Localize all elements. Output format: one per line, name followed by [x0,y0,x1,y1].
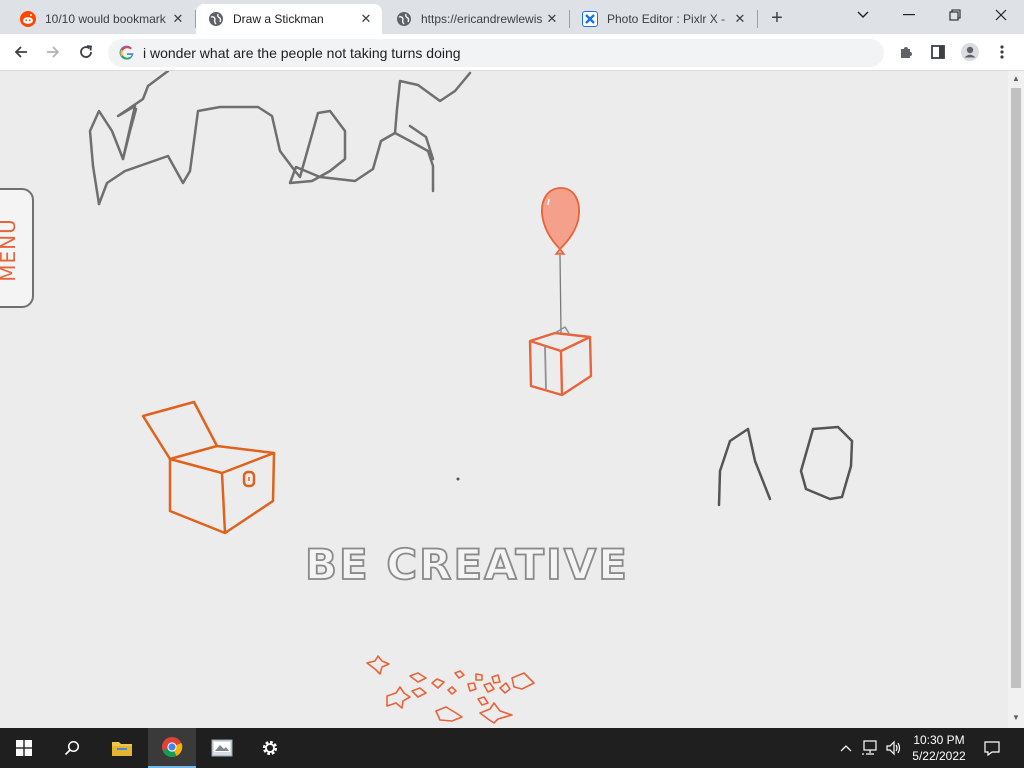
tab-reddit[interactable]: 10/10 would bookmark ✕ [8,4,194,34]
notifications-button[interactable] [982,738,1002,758]
restore-button[interactable] [932,0,978,30]
address-bar[interactable] [108,39,884,67]
photos-app-button[interactable] [198,728,246,768]
settings-button[interactable] [246,728,294,768]
forward-arrow-icon [47,46,60,58]
restore-icon [949,9,961,21]
tab-draw-a-stickman[interactable]: Draw a Stickman ✕ [196,4,382,34]
close-icon [995,9,1007,21]
scroll-up-icon[interactable]: ▲ [1011,74,1021,84]
folder-icon [112,742,132,756]
globe-icon [396,11,412,27]
browser-toolbar [0,34,1024,71]
globe-icon [208,11,224,27]
tab-title: Draw a Stickman [233,12,324,26]
gear-icon [262,740,278,756]
extensions-button[interactable] [893,39,919,65]
chevron-up-icon [840,745,852,752]
image-app-icon [211,739,233,757]
close-tab-icon[interactable]: ✕ [170,11,186,27]
open-box-drawing [141,400,276,535]
start-button[interactable] [0,728,48,768]
new-tab-button[interactable]: + [766,7,788,29]
pixlr-icon [582,11,598,27]
address-input[interactable] [143,45,843,61]
chrome-icon [162,737,183,758]
back-button[interactable] [7,38,35,66]
close-tab-icon[interactable]: ✕ [358,11,374,27]
puzzle-icon [901,47,912,58]
svg-text:BE CREATIVE: BE CREATIVE [305,540,629,589]
close-window-button[interactable] [978,0,1024,30]
reload-icon [80,45,93,58]
kebab-menu-icon [1000,45,1004,59]
tab-separator [757,10,758,28]
tab-title: Photo Editor : Pixlr X - [607,12,726,26]
tab-title: 10/10 would bookmark [45,12,166,26]
profile-button[interactable] [957,39,983,65]
clock-date: 5/22/2022 [912,749,966,763]
minimize-icon [903,14,915,16]
dot-mark [456,477,460,481]
chrome-taskbar-button[interactable] [148,728,196,768]
speaker-icon [886,740,901,756]
reload-button[interactable] [72,38,100,66]
side-panel-icon [931,45,945,59]
clock-time: 10:30 PM [913,733,965,747]
show-hidden-icons-button[interactable] [836,738,856,758]
network-icon [862,740,877,755]
menu-label: MENU [0,218,20,282]
chrome-menu-button[interactable] [989,39,1015,65]
letters-drawing [717,425,854,507]
notification-icon [984,741,1000,756]
network-button[interactable] [860,738,880,758]
scribble-drawing [88,71,472,206]
be-creative-text: BE CREATIVE [304,539,629,590]
system-clock[interactable]: 10:30 PM 5/22/2022 [904,732,974,764]
windows-taskbar: 10:30 PM 5/22/2022 [0,728,1024,768]
side-panel-button[interactable] [925,39,951,65]
volume-button[interactable] [884,738,904,758]
close-tab-icon[interactable]: ✕ [732,11,748,27]
menu-button[interactable]: MENU [0,188,34,308]
search-icon [64,740,80,756]
gift-box-drawing [528,326,593,397]
vertical-scrollbar[interactable]: ▲ ▼ [1008,71,1024,728]
tab-pixlr[interactable]: Photo Editor : Pixlr X - ✕ [570,4,756,34]
minimize-button[interactable] [886,0,932,30]
close-tab-icon[interactable]: ✕ [544,11,560,27]
back-arrow-icon [14,46,27,58]
tab-search-button[interactable] [840,0,886,30]
tab-strip: 10/10 would bookmark ✕ Draw a Stickman ✕… [0,0,1024,34]
scroll-down-icon[interactable]: ▼ [1011,713,1021,723]
profile-avatar-icon [961,43,979,61]
scroll-thumb[interactable] [1011,88,1021,688]
file-explorer-button[interactable] [98,728,146,768]
drawing-canvas[interactable]: BE CREATIVE MENU [0,71,1008,728]
confetti-drawing [366,655,535,724]
tab-ericandrewlewis[interactable]: https://ericandrewlewis ✕ [384,4,568,34]
forward-button[interactable] [39,38,67,66]
chevron-down-icon [857,11,869,18]
windows-logo-icon [16,740,32,756]
reddit-icon [20,11,36,27]
search-button[interactable] [48,728,96,768]
tab-title: https://ericandrewlewis [421,12,543,26]
balloon-drawing [541,187,580,334]
google-icon [119,45,135,61]
